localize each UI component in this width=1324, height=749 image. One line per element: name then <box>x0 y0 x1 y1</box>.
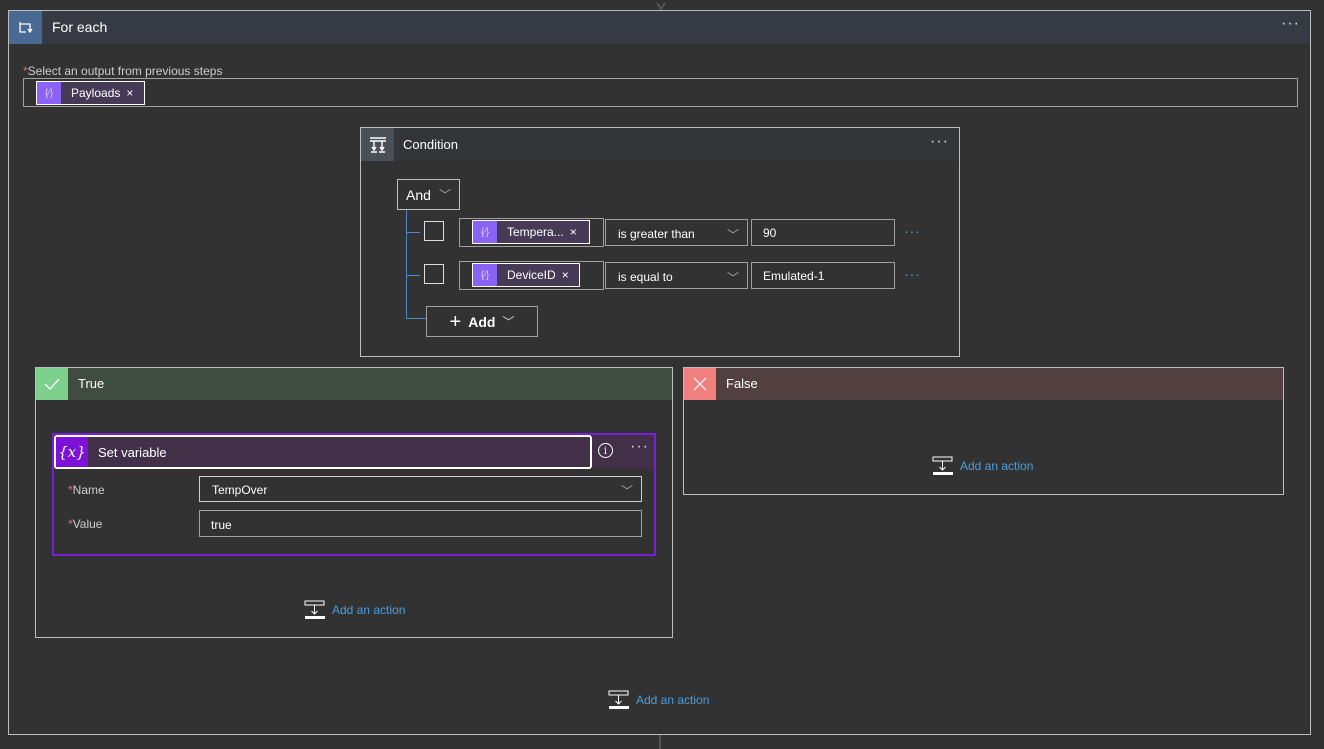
connector-arrow-icon <box>656 0 666 11</box>
right-operand-value: Emulated-1 <box>763 269 825 283</box>
row-more-button[interactable]: ··· <box>904 266 921 282</box>
right-operand-value: 90 <box>763 226 777 240</box>
false-branch-header[interactable]: False <box>684 368 1283 400</box>
name-label-text: Name <box>72 483 105 497</box>
operator-dropdown[interactable]: is greater than ﹀ <box>605 219 748 246</box>
false-add-action-button[interactable]: Add an action <box>932 456 1033 476</box>
check-icon <box>36 368 68 400</box>
chevron-down-icon: ﹀ <box>726 228 739 242</box>
tree-line <box>406 232 420 233</box>
variable-name-dropdown[interactable]: TempOver ﹀ <box>199 476 642 502</box>
select-output-input[interactable]: {∕} Payloads × <box>23 78 1298 107</box>
and-operator-label: And <box>406 186 431 203</box>
expression-icon: {∕} <box>473 264 497 286</box>
tree-line <box>406 318 426 319</box>
add-condition-button[interactable]: + Add ﹀ <box>426 306 538 337</box>
remove-token-button[interactable]: × <box>570 225 583 239</box>
remove-token-button[interactable]: × <box>562 268 575 282</box>
name-field-label: *Name <box>68 483 105 497</box>
for-each-header[interactable]: For each ··· <box>9 11 1310 44</box>
chevron-down-icon: ﹀ <box>502 315 515 329</box>
condition-card: Condition ··· And ﹀ {∕} Tempera... × is … <box>360 127 960 357</box>
add-label: Add <box>468 313 496 330</box>
for-each-title: For each <box>52 19 108 35</box>
true-branch-header[interactable]: True <box>36 368 672 400</box>
expression-icon: {∕} <box>37 82 61 104</box>
true-branch-title: True <box>78 376 105 391</box>
tree-line <box>406 210 407 318</box>
remove-token-button[interactable]: × <box>126 86 139 100</box>
operator-dropdown[interactable]: is equal to ﹀ <box>605 262 748 289</box>
close-icon <box>684 368 716 400</box>
select-output-label: *Select an output from previous steps <box>23 64 222 78</box>
set-variable-header[interactable]: {x} Set variable <box>54 435 592 469</box>
token-label: Tempera... <box>507 225 564 239</box>
add-action-icon <box>304 600 325 619</box>
condition-title: Condition <box>403 137 458 152</box>
true-add-action-button[interactable]: Add an action <box>304 600 405 620</box>
condition-icon <box>361 128 394 161</box>
add-action-label: Add an action <box>960 459 1034 473</box>
condition-header[interactable]: Condition ··· <box>361 128 959 161</box>
deviceid-token[interactable]: {∕} DeviceID × <box>472 263 580 287</box>
operator-label: is equal to <box>618 270 673 284</box>
false-branch-card: False Add an action <box>683 367 1284 495</box>
plus-icon: + <box>449 310 462 333</box>
add-action-label: Add an action <box>636 693 710 707</box>
select-output-label-text: Select an output from previous steps <box>27 64 223 78</box>
chevron-down-icon: ﹀ <box>620 484 633 498</box>
loop-icon <box>9 11 42 44</box>
add-action-label: Add an action <box>332 603 406 617</box>
expression-icon: {∕} <box>473 221 497 243</box>
chevron-down-icon: ﹀ <box>438 188 451 202</box>
variable-icon: {x} <box>56 437 88 467</box>
row-more-button[interactable]: ··· <box>904 223 921 239</box>
set-variable-title: Set variable <box>98 445 167 460</box>
tree-line <box>406 275 420 276</box>
variable-value-text: true <box>211 518 232 532</box>
right-operand-input[interactable]: 90 <box>751 219 895 246</box>
left-operand-input[interactable]: {∕} DeviceID × <box>459 261 604 290</box>
payloads-token[interactable]: {∕} Payloads × <box>36 81 145 105</box>
value-field-label: *Value <box>68 517 102 531</box>
value-label-text: Value <box>72 517 103 531</box>
add-action-icon <box>608 690 629 709</box>
for-each-more-button[interactable]: ··· <box>1281 15 1300 33</box>
token-label: DeviceID <box>507 268 556 282</box>
row-checkbox[interactable] <box>424 264 444 284</box>
token-label: Payloads <box>71 86 121 100</box>
info-icon[interactable]: i <box>598 443 613 458</box>
set-variable-more-button[interactable]: ··· <box>630 438 649 456</box>
and-operator-dropdown[interactable]: And ﹀ <box>397 179 460 210</box>
set-variable-card: {x} Set variable i ··· *Name TempOver ﹀ … <box>52 433 656 556</box>
variable-value-input[interactable]: true <box>199 510 642 537</box>
operator-label: is greater than <box>618 227 695 241</box>
connector-line <box>659 735 661 749</box>
variable-name-value: TempOver <box>212 483 268 497</box>
add-action-icon <box>932 456 953 475</box>
right-operand-input[interactable]: Emulated-1 <box>751 262 895 289</box>
chevron-down-icon: ﹀ <box>726 271 739 285</box>
set-variable-actions: i ··· <box>592 435 654 469</box>
left-operand-input[interactable]: {∕} Tempera... × <box>459 218 604 247</box>
false-branch-title: False <box>726 376 758 391</box>
condition-more-button[interactable]: ··· <box>930 133 949 151</box>
foreach-add-action-button[interactable]: Add an action <box>608 690 709 710</box>
row-checkbox[interactable] <box>424 221 444 241</box>
temperature-token[interactable]: {∕} Tempera... × <box>472 220 590 244</box>
